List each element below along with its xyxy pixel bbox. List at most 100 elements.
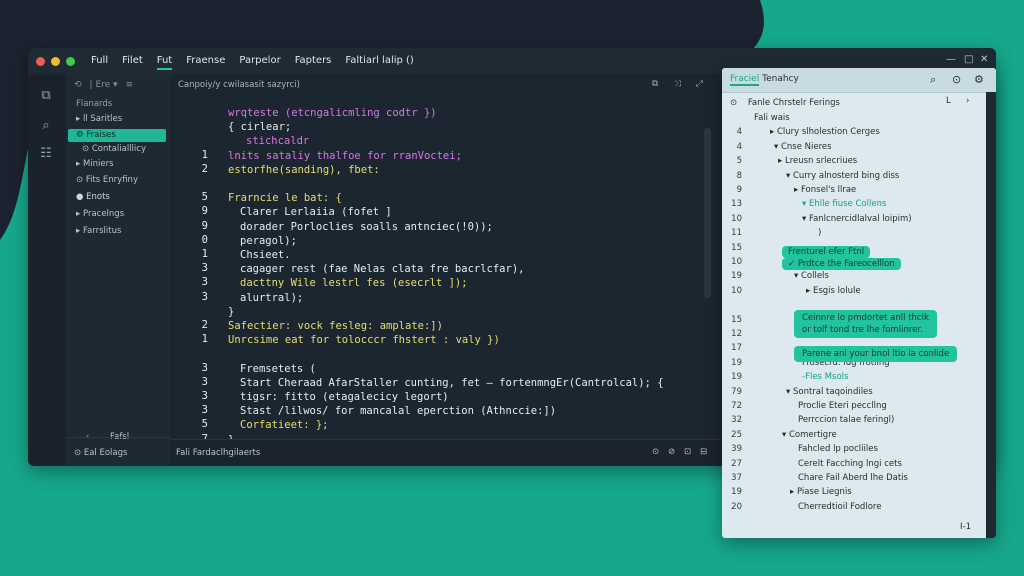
code-line[interactable]: alurtral);	[240, 291, 303, 305]
chevron-right-icon[interactable]: ›	[966, 96, 969, 106]
panel-row[interactable]: 79 ▾ Sontral taqoindiles	[722, 386, 982, 399]
row-label: ▾ Ehlle fiuse Collens	[802, 199, 887, 210]
shuffle-icon[interactable]: ⤨	[674, 79, 681, 89]
split-icon[interactable]: ⧉	[652, 79, 658, 89]
expand-icon[interactable]: ⤢	[696, 79, 703, 89]
code-line[interactable]: tigsr: fitto (etagalecicy legort)	[240, 390, 449, 404]
maximize-button[interactable]: □	[964, 54, 973, 65]
panel-row[interactable]: 20 Cherredtioil Fodlore	[722, 501, 982, 514]
settings-link[interactable]: ⊙ Eal Eolags	[74, 448, 127, 458]
explorer-icon[interactable]: ⧉	[38, 88, 54, 104]
panel-row[interactable]: 11)	[722, 227, 982, 240]
panel-tab-active[interactable]: Fraciel	[730, 74, 760, 86]
code-line[interactable]: Safectier: vock fesleg: amplate:])	[228, 319, 443, 333]
row-number: 10	[731, 285, 742, 296]
code-line[interactable]: Unrcsime eat for tolocccr fhstert : valy…	[228, 333, 500, 347]
search-icon[interactable]: ⌕	[930, 73, 936, 87]
sidebar-item[interactable]: ▸ Farrslitus	[76, 225, 121, 238]
sidebar-item-selected[interactable]: ⚙ Fraises	[68, 129, 166, 142]
gear-icon[interactable]: ⚙	[974, 73, 984, 86]
sidebar-item[interactable]: ▸ ll Saritles	[76, 113, 122, 126]
note-badge[interactable]: Parene anl your bnol ltio la conlide	[794, 346, 958, 362]
row-label: Fali wais	[754, 113, 790, 123]
code-line[interactable]: lnits sataliy thalfoe for rranVoctei;	[228, 149, 462, 163]
code-line[interactable]: estorfhe(sanding), fbet:	[228, 163, 380, 177]
menu-item[interactable]: Fraense	[186, 53, 225, 70]
panel-row[interactable]: 19 ▾ Collels	[722, 270, 982, 283]
sidebar-item[interactable]: ▸ Pracelngs	[76, 208, 124, 221]
window-buttons	[36, 56, 75, 66]
maximize-dot[interactable]	[66, 56, 75, 66]
code-editor[interactable]: wrqteste (etcngalicmling codtr }){ cirle…	[170, 98, 716, 460]
close-button[interactable]: ✕	[980, 54, 988, 65]
close-dot[interactable]	[36, 56, 45, 66]
panel-row[interactable]: 8 ▾ Curry alnosterd bing diss	[722, 170, 982, 183]
panel-tab[interactable]: Tenahcy	[762, 74, 799, 84]
code-line[interactable]: dacttny Wile lestrl fes (esecrlt ]);	[240, 276, 468, 290]
status-icon[interactable]: ⊘	[668, 447, 675, 457]
panel-row[interactable]: 10 ▾ Fanlcnercidlalval loipim)	[722, 213, 982, 226]
code-line[interactable]: Corfatieet: };	[240, 418, 329, 432]
line-number: 3	[201, 390, 208, 402]
panel-row-title: Fanle Chrstelr Ferings	[747, 98, 840, 108]
panel-row[interactable]: 32 Perrccion talae feringl)	[722, 414, 982, 427]
menu-item[interactable]: Full	[91, 53, 108, 70]
panel-row[interactable]: 4 ▾ Cnse Nieres	[722, 141, 982, 154]
source-control-icon[interactable]: ☷	[38, 146, 54, 162]
menu-item[interactable]: Parpelor	[239, 53, 280, 70]
menu-item[interactable]: Faltiarl lalip ()	[345, 53, 413, 70]
panel-row[interactable]: 27 Cerelt Facching lngi cets	[722, 458, 982, 471]
row-number: 25	[731, 429, 742, 440]
note-badge[interactable]: Ceinnre lo pmdortet anll thcik or tolf t…	[794, 310, 937, 338]
status-icon[interactable]: ⊙	[652, 447, 659, 457]
sidebar-item[interactable]: ⊙ Contalialllicy	[82, 143, 146, 156]
row-number: 19	[731, 357, 742, 368]
panel-row[interactable]: 25 ▾ Comertigre	[722, 429, 982, 442]
panel-row[interactable]: 39 Fahcled lp pocliiles	[722, 443, 982, 456]
panel-row[interactable]: 10 ▸ Esgis lolule	[722, 285, 982, 298]
panel-row[interactable]: 13 ▾ Ehlle fiuse Collens	[722, 198, 982, 211]
line-number: 5	[201, 418, 208, 431]
code-line[interactable]: peragol);	[240, 234, 297, 248]
status-icon[interactable]: ⊟	[700, 447, 707, 457]
sidebar-item[interactable]: ● Enots	[76, 191, 110, 204]
refresh-icon[interactable]: ⟲	[74, 80, 82, 90]
code-line[interactable]: stichcaldr	[246, 134, 309, 148]
code-line[interactable]: { cirlear;	[228, 120, 291, 134]
panel-row[interactable]: 19 ▸ Piase Liegnis	[722, 486, 982, 499]
code-line[interactable]: dorader Porloclies soalls antnciec(!0));	[240, 220, 493, 234]
code-line[interactable]: Start Cheraad AfarStaller cunting, fet —…	[240, 376, 664, 390]
menu-item[interactable]: Filet	[122, 53, 143, 70]
list-icon[interactable]: ≡	[126, 80, 134, 90]
search-icon[interactable]: ⌕	[38, 118, 54, 134]
sidebar-item[interactable]: ⊙ Fits Enryfiny	[76, 174, 138, 187]
code-line[interactable]: Fremsetets (	[240, 362, 316, 376]
view-dropdown[interactable]: | Ere ▾	[90, 80, 118, 90]
highlight-badge[interactable]: Frenturel efer Ftnl	[782, 246, 871, 258]
panel-row[interactable]: 72 Proclie Eteri peccllng	[722, 400, 982, 413]
code-line[interactable]: Chsieet.	[240, 248, 291, 262]
minimize-dot[interactable]	[51, 56, 60, 66]
code-line[interactable]: Stast /lilwos/ for mancalal eperction (A…	[240, 404, 556, 418]
code-line[interactable]: cagager rest (fae Nelas clata fre bacrlc…	[240, 262, 524, 276]
code-line[interactable]: Clarer Lerlaiia (fofet ]	[240, 205, 392, 219]
status-icon[interactable]: ⊡	[684, 447, 691, 457]
panel-row[interactable]: 37 Chare Fail Aberd lhe Datis	[722, 472, 982, 485]
menu-item-active[interactable]: Fut	[156, 53, 173, 70]
panel-row[interactable]: 19 -Fles Msols	[722, 371, 982, 384]
info-icon[interactable]: ⊙	[952, 73, 961, 86]
panel-row-action[interactable]: L	[946, 96, 951, 106]
panel-row[interactable]: 5 ▸ Lreusn srlecriues	[722, 155, 982, 168]
code-line[interactable]: Frarncie le bat: {	[228, 191, 342, 205]
editor-scrollbar[interactable]	[704, 128, 711, 298]
highlight-badge[interactable]: ✓ Prdtce the Fareocelllon	[782, 258, 901, 270]
panel-row[interactable]: Fali wais	[722, 112, 982, 125]
menu-item[interactable]: Fapters	[295, 53, 332, 70]
code-line[interactable]: }	[228, 305, 234, 319]
panel-scrollbar[interactable]	[986, 92, 996, 538]
sidebar-item[interactable]: ▸ Miniers	[76, 158, 114, 171]
panel-row[interactable]: 9 ▸ Fonsel's llrae	[722, 184, 982, 197]
panel-row[interactable]: 4 ▸ Clury slholestion Cerges	[722, 126, 982, 139]
code-line[interactable]: wrqteste (etcngalicmling codtr })	[228, 106, 437, 120]
minimize-button[interactable]: —	[946, 54, 956, 65]
